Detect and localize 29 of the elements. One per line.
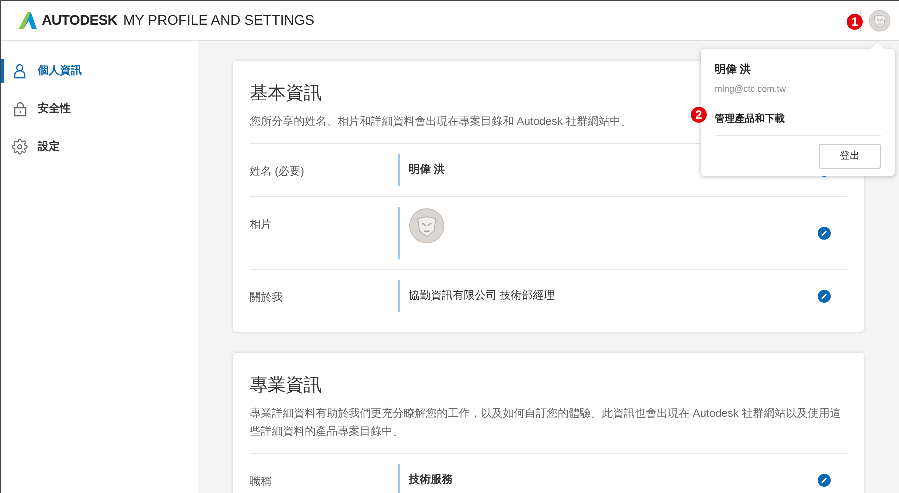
user-name: 明偉 洪 xyxy=(715,62,752,78)
logo-icon xyxy=(19,12,37,29)
gear-icon xyxy=(12,139,28,155)
edit-icon[interactable] xyxy=(818,474,831,487)
section-title: 基本資訊 xyxy=(250,82,322,105)
field-label: 姓名 (必要) xyxy=(250,166,304,178)
field-label: 相片 xyxy=(250,219,272,231)
sidebar-item[interactable]: 設定 xyxy=(1,135,198,159)
section-description: 專業詳細資料有助於我們更充分瞭解您的工作，以及如何自訂您的體驗。此資訊也會出現在 Autodesk 社群網站以及使用這些詳細資料的產品專案目錄中。 xyxy=(250,406,842,440)
manage-products-link[interactable]: 管理產品和下載 xyxy=(715,112,881,136)
field-label: 關於我 xyxy=(250,292,283,304)
field-value: 協勤資訊有限公司 技術部經理 xyxy=(409,288,556,304)
field-value: 技術服務 xyxy=(409,472,453,488)
edit-icon[interactable] xyxy=(818,226,831,240)
sign-out-button[interactable]: 登出 xyxy=(819,144,881,169)
sidebar-item[interactable]: 安全性 xyxy=(1,97,198,121)
field-label: 職稱 xyxy=(250,476,272,488)
profile-photo xyxy=(409,208,445,244)
person-icon xyxy=(14,64,26,78)
edit-icon[interactable] xyxy=(818,290,831,303)
field-value: 明偉 洪 xyxy=(409,162,446,178)
page-title: MY PROFILE AND SETTINGS xyxy=(124,11,315,30)
lock-icon xyxy=(14,102,26,116)
user-email: ming@ctc.com.tw xyxy=(715,82,788,96)
brand-name: AUTODESK xyxy=(42,11,118,30)
account-avatar xyxy=(869,10,891,32)
sidebar-item[interactable]: 個人資訊 xyxy=(1,59,198,83)
section-description: 您所分享的姓名、相片和詳細資料會出現在專案目錄和 Autodesk 社群網站中。 xyxy=(250,114,632,130)
section-title: 專業資訊 xyxy=(250,374,322,397)
